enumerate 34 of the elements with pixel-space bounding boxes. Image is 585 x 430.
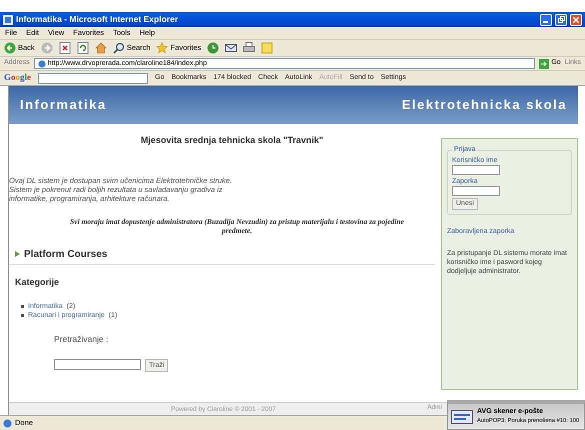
stop-icon[interactable] <box>58 42 71 54</box>
section-heading: Platform Courses <box>24 248 108 262</box>
go-arrow-icon <box>539 58 550 68</box>
close-button[interactable] <box>570 14 582 26</box>
google-logo: Google <box>4 71 32 84</box>
star-icon <box>156 42 168 54</box>
search-label: Pretraživanje : <box>54 333 110 346</box>
google-search-field[interactable] <box>38 72 148 84</box>
site-title[interactable]: Informatika <box>20 95 107 115</box>
page-icon <box>3 418 12 428</box>
back-arrow-icon <box>4 42 16 54</box>
bullet-icon <box>21 314 24 317</box>
window-icon <box>3 14 13 24</box>
window-title: Informatika - Microsoft Internet Explorer <box>16 13 179 26</box>
triangle-icon <box>15 251 20 257</box>
restore-icon <box>558 16 564 23</box>
envelope-icon <box>451 410 473 424</box>
password-field[interactable] <box>452 186 500 196</box>
search-field[interactable] <box>54 358 141 370</box>
minimize-button[interactable] <box>540 14 552 26</box>
school-title: Mjesovita srednja tehnicka skola "Travnik" <box>140 134 324 147</box>
printer-icon[interactable] <box>243 42 256 54</box>
refresh-icon[interactable] <box>76 42 89 54</box>
page-icon <box>38 60 46 68</box>
restore-button[interactable] <box>555 14 567 26</box>
username-field[interactable] <box>452 164 500 174</box>
house-icon[interactable] <box>94 42 107 54</box>
search-icon <box>112 42 125 54</box>
categories-heading: Kategorije <box>15 276 60 289</box>
clock-icon[interactable] <box>207 42 220 54</box>
school-name: Elektrotehnicka skola <box>402 96 567 114</box>
close-icon <box>573 16 579 22</box>
bullet-icon <box>21 305 24 308</box>
envelope-icon[interactable] <box>225 42 238 54</box>
